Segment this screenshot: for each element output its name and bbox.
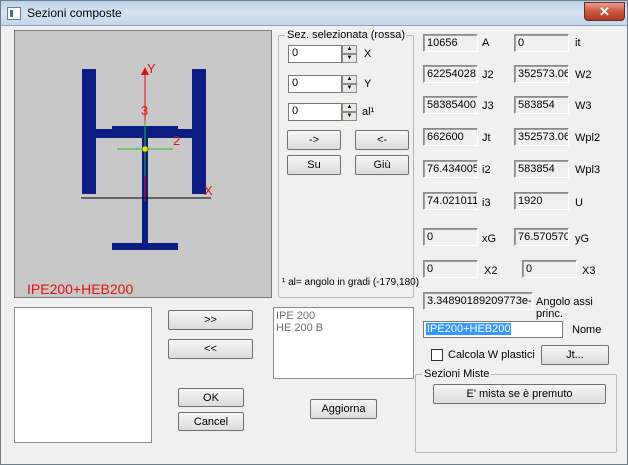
ok-button[interactable]: OK — [178, 388, 244, 407]
wpl3-label: Wpl3 — [575, 164, 601, 176]
y-input[interactable]: 0 — [288, 75, 342, 93]
dialog-window: Sezioni composte ✕ YX32 IPE200+HEB200 Se… — [0, 0, 628, 465]
w2-value: 352573.062 — [514, 65, 569, 83]
x2-value: 0 — [423, 260, 478, 278]
spin-down-icon[interactable]: ▼ — [342, 54, 357, 63]
selected-section-title: Sez. selezionata (rossa) — [285, 29, 407, 41]
title-bar[interactable]: Sezioni composte ✕ — [1, 1, 627, 26]
x3-label: X3 — [582, 265, 596, 277]
j2-label: J2 — [482, 69, 494, 81]
x-spinner[interactable]: ▲ ▼ — [342, 45, 357, 63]
section-name-label: IPE200+HEB200 — [27, 281, 134, 297]
spin-up-icon[interactable]: ▲ — [342, 75, 357, 84]
jt-value: 662600 — [423, 128, 478, 146]
spin-down-icon[interactable]: ▼ — [342, 112, 357, 121]
cancel-button[interactable]: Cancel — [178, 412, 244, 431]
name-input-text: IPE200+HEB200 — [426, 323, 512, 335]
jt-label: Jt — [482, 132, 491, 144]
jt-button[interactable]: Jt... — [541, 345, 609, 365]
principal-angle-value: 3.34890189209773e-01 — [423, 292, 533, 310]
spin-up-icon[interactable]: ▲ — [342, 103, 357, 112]
move-left-button[interactable]: <- — [355, 130, 409, 150]
section-canvas: Y X 3 2 — [81, 61, 213, 250]
wpl2-value: 352573.062 — [514, 128, 569, 146]
principal-angle-label: Angolo assi princ. — [536, 296, 593, 320]
mixed-sections-title: Sezioni Miste — [422, 368, 492, 380]
it-value: 0 — [514, 34, 569, 52]
x2-label: X2 — [484, 265, 498, 277]
j3-value: 58385400 — [423, 96, 478, 114]
y-spinner[interactable]: ▲ ▼ — [342, 75, 357, 93]
section-drawing[interactable]: Y X 3 2 IPE200+HEB200 — [14, 30, 272, 298]
i2-label: i2 — [482, 164, 491, 176]
x-label: X — [364, 48, 372, 60]
area-value: 10656 — [423, 34, 478, 52]
it-label: it — [575, 37, 581, 49]
name-input[interactable]: IPE200+HEB200 — [423, 321, 563, 338]
x-axis-label: X — [204, 183, 213, 198]
dialog-client: YX32 IPE200+HEB200 Sez. selezionata (ros… — [8, 27, 622, 459]
w3-value: 583854 — [514, 96, 569, 114]
remove-section-button[interactable]: << — [168, 339, 253, 359]
u-label: U — [575, 197, 583, 209]
i3-value: 74.0210113 — [423, 192, 478, 210]
name-label: Nome — [572, 324, 602, 336]
x-input[interactable]: 0 — [288, 45, 342, 63]
xg-label: xG — [482, 233, 497, 245]
xg-value: 0 — [423, 228, 478, 246]
axis-3-label: 3 — [141, 103, 148, 118]
wpl3-value: 583854 — [514, 160, 569, 178]
list-item[interactable]: HE 200 B — [274, 322, 413, 334]
j2-value: 62254028 — [423, 65, 478, 83]
i3-label: i3 — [482, 197, 491, 209]
y-label: Y — [364, 78, 372, 90]
move-right-button[interactable]: -> — [287, 130, 341, 150]
ipe-bottom-flange — [112, 243, 178, 250]
j3-label: J3 — [482, 100, 494, 112]
angle-label: al¹ — [362, 106, 375, 118]
add-section-button[interactable]: >> — [168, 310, 253, 330]
available-sections-list[interactable] — [14, 307, 152, 443]
close-button[interactable]: ✕ — [584, 2, 625, 21]
list-item[interactable]: IPE 200 — [274, 310, 413, 322]
i2-value: 76.4340057 — [423, 160, 478, 178]
w2-label: W2 — [575, 69, 592, 81]
wpl2-label: Wpl2 — [575, 132, 601, 144]
yg-value: 76.5705705 — [514, 228, 569, 246]
spin-up-icon[interactable]: ▲ — [342, 45, 357, 54]
axis-2-label: 2 — [173, 133, 180, 148]
area-label: A — [482, 37, 490, 49]
composed-sections-list[interactable]: IPE 200 HE 200 B — [273, 307, 414, 379]
spin-down-icon[interactable]: ▼ — [342, 84, 357, 93]
w3-label: W3 — [575, 100, 592, 112]
angle-spinner[interactable]: ▲ ▼ — [342, 103, 357, 121]
move-up-button[interactable]: Su — [287, 155, 341, 175]
u-value: 1920 — [514, 192, 569, 210]
heb-right-flange — [192, 69, 206, 194]
y-axis-label: Y — [147, 61, 156, 76]
yg-label: yG — [575, 233, 590, 245]
angle-footnote: ¹ al= angolo in gradi (-179,180) — [282, 277, 420, 288]
update-button[interactable]: Aggiorna — [310, 399, 377, 419]
angle-input[interactable]: 0 — [288, 103, 342, 121]
plastic-checkbox-label: Calcola W plastici — [448, 349, 535, 361]
window-icon — [7, 7, 21, 20]
heb-left-flange — [82, 69, 96, 194]
mixed-toggle-button[interactable]: E' mista se è premuto — [433, 384, 606, 404]
x3-value: 0 — [522, 260, 577, 278]
plastic-checkbox[interactable] — [431, 349, 443, 361]
move-down-button[interactable]: Giù — [355, 155, 409, 175]
centroid-marker — [141, 145, 149, 153]
window-title: Sezioni composte — [27, 6, 122, 20]
